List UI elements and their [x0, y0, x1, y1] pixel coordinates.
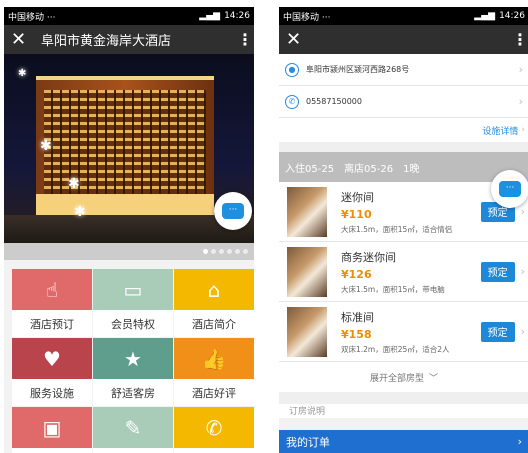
room-item[interactable]: 商务迷你间 ¥126 大床1.5m，面积15㎡，带电脑 预定 › — [279, 242, 528, 302]
room-description: 大床1.5m，面积15㎡，适合情侣 — [341, 224, 453, 234]
address-text: 阜阳市颍州区颍河西路268号 — [306, 65, 410, 74]
feature-tile[interactable]: ☝ 酒店预订 — [12, 269, 92, 337]
room-name: 迷你间 — [341, 190, 374, 204]
address-row[interactable]: ● 阜阳市颍州区颍河西路268号 › — [279, 54, 528, 86]
chevron-right-icon: › — [517, 435, 522, 448]
chevron-down-icon: ﹀ — [429, 373, 439, 384]
booking-notes-label: 订房说明 — [289, 407, 326, 417]
book-button[interactable]: 预定 — [480, 261, 515, 282]
my-orders-bar[interactable]: 我的订单 › — [279, 430, 528, 453]
room-price: ¥110 — [341, 207, 372, 221]
status-bar: 中国移动 ··· ▂▄▆ 14:26 — [4, 7, 254, 25]
carrier-label: 中国移动 ··· — [8, 12, 56, 23]
hotel-home-screen: 中国移动 ··· ▂▄▆ 14:26 ✕ 阜阳市黄金海岸大酒店 ⋮ ✱ ✱ ✱ ✱… — [4, 7, 254, 453]
expand-label: 展开全部房型 — [369, 373, 424, 384]
feature-tile-label: 服务设施 — [30, 386, 74, 400]
chat-float-button[interactable]: ··· — [491, 170, 528, 208]
chevron-right-icon: › — [518, 95, 523, 108]
hotel-booking-screen: 中国移动 ··· ▂▄▆ 14:26 ✕ ⋮ ● 阜阳市颍州区颍河西路268号 ›… — [279, 7, 528, 453]
feature-tile[interactable]: ▭ 会员特权 — [93, 269, 173, 337]
room-name: 标准间 — [341, 310, 374, 324]
phone-icon: ✆ — [174, 407, 254, 448]
room-description: 双床1.2m，面积25㎡，适合2人 — [341, 344, 450, 354]
home-icon: ⌂ — [174, 269, 254, 310]
feature-tile-label: 酒店预订 — [30, 317, 74, 331]
heart-icon: ♥ — [12, 338, 92, 379]
feature-tile[interactable]: ♥ 服务设施 — [12, 338, 92, 406]
close-icon[interactable]: ✕ — [11, 29, 33, 50]
phone-row[interactable]: ✆ 05587150000 › — [279, 86, 528, 118]
feature-tile-label: 会员特权 — [111, 317, 155, 331]
facilities-link-label: 设施详情 — [482, 126, 519, 137]
room-name: 商务迷你间 — [341, 250, 396, 264]
close-icon[interactable]: ✕ — [286, 29, 308, 50]
feature-tile-label: 酒店好评 — [192, 386, 236, 400]
star-icon: ★ — [93, 338, 173, 379]
location-pin-icon: ● — [285, 62, 299, 77]
feature-tile[interactable]: ⌂ 酒店简介 — [174, 269, 254, 337]
more-menu-icon[interactable]: ⋮ — [237, 30, 253, 49]
more-menu-icon[interactable]: ⋮ — [512, 30, 528, 49]
decoration-sparkle: ✱ — [40, 138, 52, 154]
chevron-right-icon: › — [520, 205, 525, 218]
my-orders-label: 我的订单 — [286, 435, 330, 449]
room-photo — [287, 246, 327, 297]
booking-notes-row[interactable]: 订房说明 — [279, 404, 528, 418]
room-item[interactable]: 标准间 ¥158 双床1.2m，面积25㎡，适合2人 预定 › — [279, 302, 528, 362]
room-price: ¥158 — [341, 327, 372, 341]
checkin-date: 入住05-25 — [285, 163, 335, 175]
feature-tile-label: 舒适客房 — [111, 386, 155, 400]
carrier-label: 中国移动 ··· — [283, 12, 331, 23]
hand-pointer-icon: ☝ — [12, 269, 92, 310]
feature-tile[interactable]: ✎ — [93, 407, 173, 453]
facilities-link[interactable]: 设施详情 › — [279, 118, 528, 142]
title-bar: ✕ ⋮ — [279, 25, 528, 54]
decoration-sparkle: ✱ — [68, 176, 80, 192]
feature-tile-label — [93, 448, 173, 453]
phone-number: 05587150000 — [306, 97, 362, 106]
chevron-right-icon: › — [520, 325, 525, 338]
date-selector[interactable]: 入住05-25 离店05-26 1晚 — [279, 152, 528, 182]
carousel-indicator — [4, 243, 254, 260]
feature-tile[interactable]: ✆ — [174, 407, 254, 453]
feature-grid: ☝ 酒店预订 ▭ 会员特权 ⌂ 酒店简介 ♥ 服务设施 ★ 舒适客房 👍 酒店好评 ▣ ✎ ✆ — [12, 269, 254, 453]
briefcase-icon: ▣ — [12, 407, 92, 448]
nights-count: 1晚 — [403, 163, 420, 175]
signal-icon: ▂▄▆ — [474, 11, 496, 21]
decoration-sparkle: ✱ — [18, 68, 27, 79]
chevron-right-icon: › — [520, 265, 525, 278]
room-photo — [287, 186, 327, 237]
hotel-building-illustration — [36, 76, 214, 216]
chat-icon: ··· — [222, 203, 244, 219]
feature-tile-label — [174, 448, 254, 453]
feature-tile[interactable]: ★ 舒适客房 — [93, 338, 173, 406]
chat-float-button[interactable]: ··· — [214, 192, 252, 230]
room-photo — [287, 306, 327, 357]
room-price: ¥126 — [341, 267, 372, 281]
room-description: 大床1.5m，面积15㎡，带电脑 — [341, 284, 445, 294]
room-list: 迷你间 ¥110 大床1.5m，面积15㎡，适合情侣预定 › 商务迷你间 ¥126 大床1.… — [279, 182, 528, 362]
feature-tile[interactable]: ▣ — [12, 407, 92, 453]
hotel-banner-image[interactable]: ✱ ✱ ✱ ✱ ··· — [4, 54, 254, 243]
feature-tile[interactable]: 👍 酒店好评 — [174, 338, 254, 406]
expand-room-types-button[interactable]: 展开全部房型 ﹀ — [279, 362, 528, 392]
signal-icon: ▂▄▆ — [199, 11, 221, 21]
chevron-right-icon: › — [518, 63, 523, 76]
feature-tile-label — [12, 448, 92, 453]
status-time: 14:26 — [499, 11, 525, 21]
feature-tile-label: 酒店简介 — [192, 317, 236, 331]
chat-icon: ··· — [499, 181, 521, 197]
thumbs-up-icon: 👍 — [174, 338, 254, 379]
title-bar: ✕ 阜阳市黄金海岸大酒店 ⋮ — [4, 25, 254, 54]
edit-icon: ✎ — [93, 407, 173, 448]
chevron-right-icon: › — [521, 125, 525, 135]
page-title: 阜阳市黄金海岸大酒店 — [41, 34, 172, 49]
book-button[interactable]: 预定 — [480, 321, 515, 342]
phone-icon: ✆ — [285, 94, 299, 109]
checkout-date: 离店05-26 — [344, 163, 394, 175]
status-time: 14:26 — [224, 11, 250, 21]
card-icon: ▭ — [93, 269, 173, 310]
decoration-sparkle: ✱ — [74, 204, 86, 220]
status-bar: 中国移动 ··· ▂▄▆ 14:26 — [279, 7, 528, 25]
